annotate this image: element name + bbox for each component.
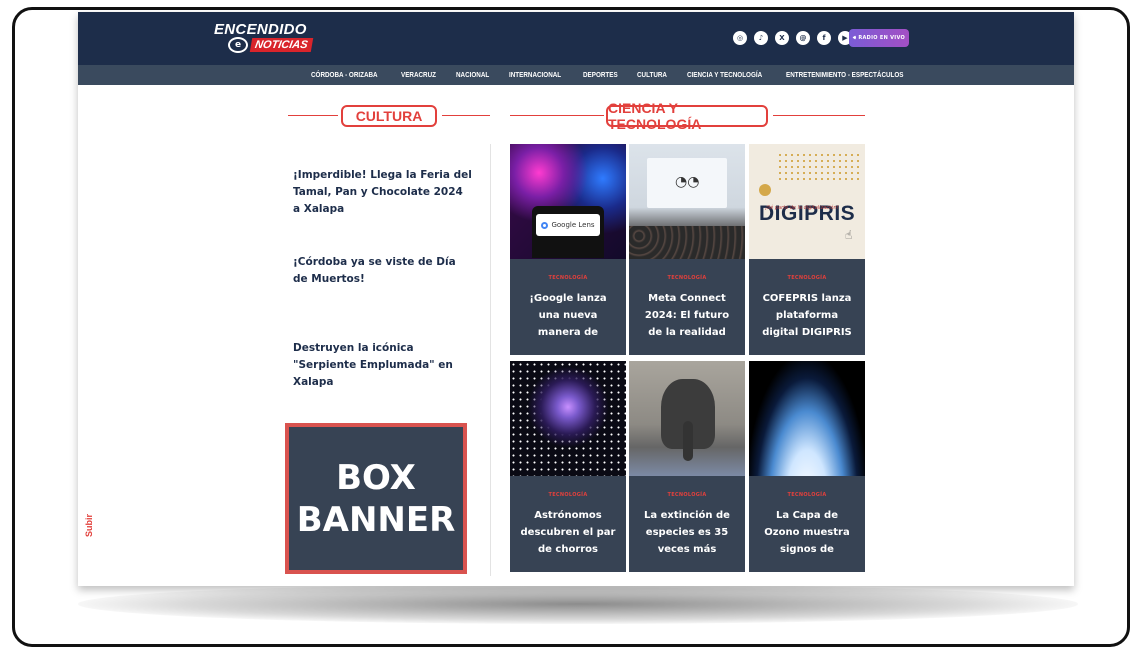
column-divider bbox=[490, 144, 491, 576]
website-screenshot: ENCENDIDO e NOTICIAS ◎ ♪ X @ f ▶ 🔊︎ RADI… bbox=[78, 12, 1074, 586]
logo-wordmark[interactable]: ENCENDIDO bbox=[214, 21, 307, 38]
card-title[interactable]: La extinción de especies es 35 veces más bbox=[637, 507, 737, 558]
card-category: TECNOLOGÍA bbox=[667, 492, 707, 498]
cultura-article-2[interactable]: ¡Córdoba ya se viste de Día de Muertos! bbox=[293, 254, 473, 288]
site-header: ENCENDIDO e NOTICIAS ◎ ♪ X @ f ▶ 🔊︎ RADI… bbox=[78, 12, 1074, 65]
radio-en-vivo-button[interactable]: 🔊︎ RADIO EN VIVO bbox=[849, 29, 909, 47]
card-image bbox=[749, 361, 865, 476]
logo-sub[interactable]: e NOTICIAS bbox=[228, 37, 313, 53]
banner-line-2: BANNER bbox=[296, 499, 456, 540]
digipris-tagline: ¡Sé parte de la digitalización! bbox=[765, 205, 839, 211]
card-image bbox=[510, 361, 626, 476]
card-digipris[interactable]: DIGIPRIS ¡Sé parte de la digitalización!… bbox=[749, 144, 865, 355]
cultura-rule-left bbox=[288, 115, 338, 116]
card-category: TECNOLOGÍA bbox=[787, 492, 827, 498]
card-category: TECNOLOGÍA bbox=[548, 492, 588, 498]
speaker-icon: 🔊︎ bbox=[852, 35, 857, 41]
audience-image bbox=[629, 226, 745, 259]
card-title[interactable]: COFEPRIS lanza plataforma digital DIGIPR… bbox=[757, 290, 857, 341]
pointer-hand-icon: ☝ bbox=[845, 228, 853, 242]
radio-label: RADIO EN VIVO bbox=[858, 35, 906, 41]
nav-item-veracruz[interactable]: VERACRUZ bbox=[401, 72, 436, 79]
phone-image: Google Lens bbox=[532, 206, 604, 258]
cultura-section-title[interactable]: CULTURA bbox=[341, 105, 437, 127]
x-icon[interactable]: X bbox=[775, 31, 789, 45]
card-image: ◔◔ bbox=[629, 144, 745, 259]
card-meta-connect[interactable]: ◔◔ TECNOLOGÍA Meta Connect 2024: El futu… bbox=[629, 144, 745, 355]
page-shadow bbox=[78, 584, 1078, 624]
nav-item-internacional[interactable]: INTERNACIONAL bbox=[509, 72, 561, 79]
card-astronomos[interactable]: TECNOLOGÍA Astrónomos descubren el par d… bbox=[510, 361, 626, 572]
nav-item-cultura[interactable]: CULTURA bbox=[637, 72, 667, 79]
tiktok-icon[interactable]: ♪ bbox=[754, 31, 768, 45]
digipris-logo: DIGIPRIS bbox=[759, 178, 865, 226]
logo-emblem-icon: e bbox=[228, 37, 248, 53]
google-lens-icon bbox=[541, 221, 549, 229]
cultura-article-3[interactable]: Destruyen la icónica "Serpiente Emplumad… bbox=[293, 340, 473, 391]
ar-glasses-icon: ◔◔ bbox=[675, 174, 700, 190]
google-lens-text: Google Lens bbox=[551, 221, 595, 229]
instagram-icon[interactable]: ◎ bbox=[733, 31, 747, 45]
nav-item-deportes[interactable]: DEPORTES bbox=[583, 72, 618, 79]
card-title[interactable]: La Capa de Ozono muestra signos de bbox=[757, 507, 857, 558]
cultura-article-1[interactable]: ¡Imperdible! Llega la Feria del Tamal, P… bbox=[293, 167, 473, 218]
nav-item-entretenimiento[interactable]: ENTRETENIMIENTO - ESPECTÁCULOS bbox=[786, 72, 903, 79]
subir-link[interactable]: Subir bbox=[84, 514, 94, 537]
main-nav: CÓRDOBA - ORIZABA VERACRUZ NACIONAL INTE… bbox=[78, 65, 1074, 85]
nav-item-cordoba-orizaba[interactable]: CÓRDOBA - ORIZABA bbox=[311, 72, 378, 79]
card-extincion[interactable]: TECNOLOGÍA La extinción de especies es 3… bbox=[629, 361, 745, 572]
threads-icon[interactable]: @ bbox=[796, 31, 810, 45]
social-links: ◎ ♪ X @ f ▶ bbox=[733, 31, 852, 45]
card-image: DIGIPRIS ¡Sé parte de la digitalización!… bbox=[749, 144, 865, 259]
card-title[interactable]: Astrónomos descubren el par de chorros bbox=[518, 507, 618, 558]
logo-noticias: NOTICIAS bbox=[249, 38, 313, 52]
elephant-trunk bbox=[683, 421, 693, 461]
card-category: TECNOLOGÍA bbox=[548, 275, 588, 281]
facebook-icon[interactable]: f bbox=[817, 31, 831, 45]
banner-line-1: BOX bbox=[336, 457, 416, 498]
card-category: TECNOLOGÍA bbox=[787, 275, 827, 281]
card-title[interactable]: ¡Google lanza una nueva manera de bbox=[518, 290, 618, 341]
box-banner-ad[interactable]: BOX BANNER bbox=[285, 423, 467, 574]
ciencia-rule-right bbox=[773, 115, 865, 116]
cultura-rule-right bbox=[442, 115, 490, 116]
card-image: Google Lens bbox=[510, 144, 626, 259]
card-capa-ozono[interactable]: TECNOLOGÍA La Capa de Ozono muestra sign… bbox=[749, 361, 865, 572]
card-title[interactable]: Meta Connect 2024: El futuro de la reali… bbox=[637, 290, 737, 341]
nav-item-nacional[interactable]: NACIONAL bbox=[456, 72, 489, 79]
card-google-lens[interactable]: Google Lens TECNOLOGÍA ¡Google lanza una… bbox=[510, 144, 626, 355]
ciencia-section-title[interactable]: CIENCIA Y TECNOLOGÍA bbox=[606, 100, 768, 132]
nav-item-ciencia-tecnologia[interactable]: CIENCIA Y TECNOLOGÍA bbox=[687, 72, 762, 79]
card-image bbox=[629, 361, 745, 476]
card-category: TECNOLOGÍA bbox=[667, 275, 707, 281]
ciencia-rule-left bbox=[510, 115, 604, 116]
